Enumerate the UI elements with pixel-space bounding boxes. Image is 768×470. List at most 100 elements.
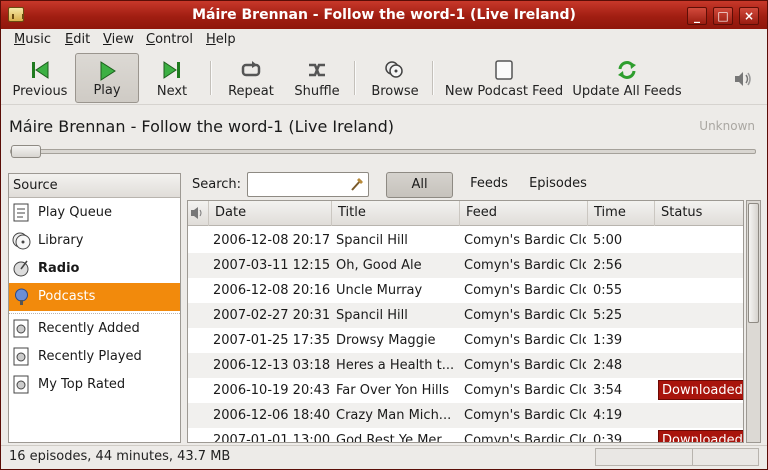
next-button[interactable]: Next [143,53,201,103]
sidebar-item-label: My Top Rated [38,377,126,392]
main-window: Máire Brennan - Follow the word-1 (Live … [0,0,768,470]
sidebar-item-my-top-rated[interactable]: My Top Rated [9,371,180,399]
podcast-icon [15,288,28,305]
sidebar-item-label: Radio [38,261,80,276]
filter-feeds-button[interactable]: Feeds [463,172,515,198]
radio-icon [13,260,29,277]
play-queue-icon [13,203,29,222]
episode-table: Date Title Feed Time Status 2006-12-08 2… [187,200,744,443]
table-row[interactable]: 2006-10-19 20:43 Far Over Yon Hills Comyn'… [188,378,743,403]
previous-button[interactable]: Previous [7,53,73,103]
table-row[interactable]: 2007-01-25 17:35 Drowsy Maggie Comyn's Bar… [188,328,743,353]
repeat-button[interactable]: Repeat [221,53,281,103]
sidebar-item-radio[interactable]: Radio [9,255,180,283]
feed-cell: Comyn's Bardic Clo [464,308,586,323]
date-cell: 2006-12-06 18:40 [213,408,331,423]
shuffle-button[interactable]: Shuffle [287,53,347,103]
date-cell: 2006-12-13 03:18 [213,358,331,373]
time-cell: 0:39 [593,433,623,443]
update-all-feeds-button[interactable]: Update All Feeds [571,53,683,103]
date-cell: 2007-03-11 12:15 [213,258,331,273]
status-column-header[interactable]: Status [655,201,743,226]
menu-control[interactable]: Control [146,32,193,47]
refresh-icon [618,61,636,79]
feed-cell: Comyn's Bardic Clo [464,383,586,398]
status-text: 16 episodes, 44 minutes, 43.7 MB [9,449,231,464]
feed-cell: Comyn's Bardic Clo [464,433,586,443]
table-row[interactable]: 2006-12-08 20:17 Spancil Hill Comyn's Bard… [188,228,743,253]
sidebar-item-recently-played[interactable]: Recently Played [9,343,180,371]
feed-cell: Comyn's Bardic Clo [464,333,586,348]
feed-cell: Comyn's Bardic Clo [464,233,586,248]
menu-music[interactable]: Music [14,32,51,47]
title-cell: Oh, Good Ale [336,258,422,273]
new-feed-label: New Podcast Feed [444,84,564,99]
rhythmbox-app-icon [8,7,24,22]
time-cell: 0:55 [593,283,623,298]
source-column-header[interactable]: Source [9,174,180,198]
table-row[interactable]: 2007-02-27 20:31 Spancil Hill Comyn's Bard… [188,303,743,328]
play-button[interactable]: Play [75,53,139,103]
title-bar[interactable]: Máire Brennan - Follow the word-1 (Live … [1,1,767,29]
volume-icon[interactable] [733,71,753,87]
date-cell: 2007-01-01 13:00 [213,433,331,443]
playlist-icon [13,347,29,366]
now-playing-album: Unknown [699,119,755,133]
clear-search-icon[interactable] [349,176,365,192]
seek-slider-handle[interactable] [11,145,41,158]
sidebar-item-podcasts[interactable]: Podcasts [9,283,180,311]
playing-column-header[interactable] [188,201,209,226]
sidebar-item-library[interactable]: Library [9,227,180,255]
title-cell: Spancil Hill [336,233,408,248]
scrollbar-thumb[interactable] [748,203,759,323]
table-row[interactable]: 2006-12-06 18:40 Crazy Man Mich... Comyn's… [188,403,743,428]
menu-view[interactable]: View [103,32,134,47]
date-column-header[interactable]: Date [209,201,332,226]
minimize-button[interactable]: _ [687,7,707,25]
feed-column-header[interactable]: Feed [460,201,588,226]
toolbar: Previous Play Next Repeat Shuffle Browse… [1,51,767,105]
update-feeds-label: Update All Feeds [572,84,682,99]
time-column-header[interactable]: Time [588,201,655,226]
downloaded-status-badge: Downloaded [658,430,743,442]
table-row[interactable]: 2007-03-11 12:15 Oh, Good Ale Comyn's Bard… [188,253,743,278]
search-label: Search: [192,177,242,192]
feed-cell: Comyn's Bardic Clo [464,283,586,298]
previous-label: Previous [12,84,68,99]
sidebar-item-label: Podcasts [38,289,96,304]
playlist-icon [13,375,29,394]
play-label: Play [93,83,121,98]
close-button[interactable]: × [739,7,759,25]
feed-cell: Comyn's Bardic Clo [464,258,586,273]
time-cell: 2:48 [593,358,623,373]
filter-episodes-button[interactable]: Episodes [523,172,593,198]
date-cell: 2007-01-25 17:35 [213,333,331,348]
time-cell: 5:25 [593,308,623,323]
menu-edit[interactable]: Edit [65,32,90,47]
next-icon [163,61,180,79]
title-cell: Heres a Health t... [336,358,455,373]
filter-all-button[interactable]: All [386,172,453,198]
title-column-header[interactable]: Title [332,201,460,226]
sidebar-item-label: Recently Played [38,349,142,364]
repeat-icon [241,61,261,77]
table-row[interactable]: 2006-12-13 03:18 Heres a Health t... Comyn… [188,353,743,378]
menu-help[interactable]: Help [206,32,236,47]
table-row[interactable]: 2007-01-01 13:00 God Rest Ye Mer... Comyn'… [188,428,743,443]
browse-button[interactable]: Browse [365,53,425,103]
title-cell: Drowsy Maggie [336,333,436,348]
table-row[interactable]: 2006-12-08 20:16 Uncle Murray Comyn's Bard… [188,278,743,303]
time-cell: 5:00 [593,233,623,248]
browse-icon [385,61,403,78]
repeat-label: Repeat [228,84,274,99]
sidebar-item-play-queue[interactable]: Play Queue [9,199,180,227]
maximize-button[interactable]: □ [713,7,733,25]
now-playing-title: Máire Brennan - Follow the word-1 (Live … [9,117,394,136]
seek-slider[interactable] [10,149,756,154]
vertical-scrollbar[interactable] [746,200,761,443]
time-cell: 3:54 [593,383,623,398]
downloaded-status-badge: Downloaded [658,380,743,400]
sidebar-item-recently-added[interactable]: Recently Added [9,315,180,343]
new-podcast-feed-button[interactable]: New Podcast Feed [443,53,565,103]
sidebar-item-label: Play Queue [38,205,112,220]
